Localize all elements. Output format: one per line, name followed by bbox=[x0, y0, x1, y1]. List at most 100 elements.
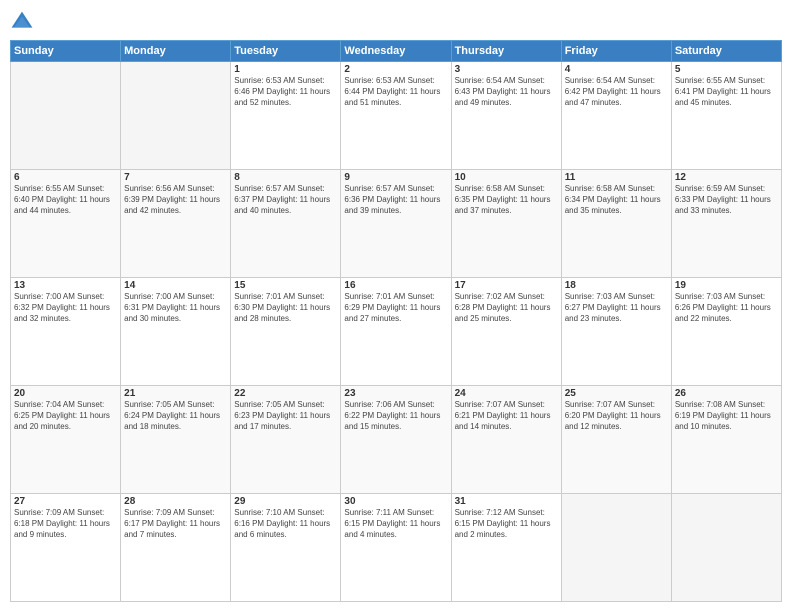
weekday-header-thursday: Thursday bbox=[451, 41, 561, 62]
weekday-header-friday: Friday bbox=[561, 41, 671, 62]
calendar-cell: 21Sunrise: 7:05 AM Sunset: 6:24 PM Dayli… bbox=[121, 386, 231, 494]
day-number: 17 bbox=[455, 280, 558, 291]
calendar-cell: 6Sunrise: 6:55 AM Sunset: 6:40 PM Daylig… bbox=[11, 170, 121, 278]
day-detail: Sunrise: 7:05 AM Sunset: 6:23 PM Dayligh… bbox=[234, 400, 337, 432]
calendar-cell: 27Sunrise: 7:09 AM Sunset: 6:18 PM Dayli… bbox=[11, 494, 121, 602]
day-detail: Sunrise: 7:00 AM Sunset: 6:32 PM Dayligh… bbox=[14, 292, 117, 324]
day-detail: Sunrise: 7:11 AM Sunset: 6:15 PM Dayligh… bbox=[344, 508, 447, 540]
calendar-cell: 5Sunrise: 6:55 AM Sunset: 6:41 PM Daylig… bbox=[671, 62, 781, 170]
calendar-cell: 3Sunrise: 6:54 AM Sunset: 6:43 PM Daylig… bbox=[451, 62, 561, 170]
day-number: 7 bbox=[124, 172, 227, 183]
logo bbox=[10, 10, 38, 34]
calendar-cell: 18Sunrise: 7:03 AM Sunset: 6:27 PM Dayli… bbox=[561, 278, 671, 386]
calendar-cell: 17Sunrise: 7:02 AM Sunset: 6:28 PM Dayli… bbox=[451, 278, 561, 386]
calendar-cell: 4Sunrise: 6:54 AM Sunset: 6:42 PM Daylig… bbox=[561, 62, 671, 170]
day-number: 3 bbox=[455, 64, 558, 75]
calendar-cell: 31Sunrise: 7:12 AM Sunset: 6:15 PM Dayli… bbox=[451, 494, 561, 602]
day-detail: Sunrise: 7:10 AM Sunset: 6:16 PM Dayligh… bbox=[234, 508, 337, 540]
weekday-header-sunday: Sunday bbox=[11, 41, 121, 62]
day-detail: Sunrise: 7:07 AM Sunset: 6:21 PM Dayligh… bbox=[455, 400, 558, 432]
calendar-table: SundayMondayTuesdayWednesdayThursdayFrid… bbox=[10, 40, 782, 602]
page: SundayMondayTuesdayWednesdayThursdayFrid… bbox=[0, 0, 792, 612]
calendar-week-3: 13Sunrise: 7:00 AM Sunset: 6:32 PM Dayli… bbox=[11, 278, 782, 386]
day-number: 29 bbox=[234, 496, 337, 507]
day-detail: Sunrise: 6:56 AM Sunset: 6:39 PM Dayligh… bbox=[124, 184, 227, 216]
day-detail: Sunrise: 7:03 AM Sunset: 6:26 PM Dayligh… bbox=[675, 292, 778, 324]
day-number: 21 bbox=[124, 388, 227, 399]
weekday-header-monday: Monday bbox=[121, 41, 231, 62]
day-number: 20 bbox=[14, 388, 117, 399]
calendar-cell: 2Sunrise: 6:53 AM Sunset: 6:44 PM Daylig… bbox=[341, 62, 451, 170]
day-number: 22 bbox=[234, 388, 337, 399]
calendar-cell: 15Sunrise: 7:01 AM Sunset: 6:30 PM Dayli… bbox=[231, 278, 341, 386]
calendar-cell bbox=[561, 494, 671, 602]
day-detail: Sunrise: 6:59 AM Sunset: 6:33 PM Dayligh… bbox=[675, 184, 778, 216]
weekday-header-wednesday: Wednesday bbox=[341, 41, 451, 62]
calendar-cell: 20Sunrise: 7:04 AM Sunset: 6:25 PM Dayli… bbox=[11, 386, 121, 494]
day-number: 11 bbox=[565, 172, 668, 183]
day-detail: Sunrise: 6:55 AM Sunset: 6:41 PM Dayligh… bbox=[675, 76, 778, 108]
day-detail: Sunrise: 6:54 AM Sunset: 6:43 PM Dayligh… bbox=[455, 76, 558, 108]
day-number: 25 bbox=[565, 388, 668, 399]
logo-icon bbox=[10, 10, 34, 34]
day-number: 24 bbox=[455, 388, 558, 399]
calendar-cell: 16Sunrise: 7:01 AM Sunset: 6:29 PM Dayli… bbox=[341, 278, 451, 386]
day-detail: Sunrise: 6:55 AM Sunset: 6:40 PM Dayligh… bbox=[14, 184, 117, 216]
calendar-cell: 13Sunrise: 7:00 AM Sunset: 6:32 PM Dayli… bbox=[11, 278, 121, 386]
day-detail: Sunrise: 7:08 AM Sunset: 6:19 PM Dayligh… bbox=[675, 400, 778, 432]
day-number: 18 bbox=[565, 280, 668, 291]
calendar-cell bbox=[11, 62, 121, 170]
day-detail: Sunrise: 7:09 AM Sunset: 6:18 PM Dayligh… bbox=[14, 508, 117, 540]
day-number: 13 bbox=[14, 280, 117, 291]
header bbox=[10, 10, 782, 34]
day-number: 31 bbox=[455, 496, 558, 507]
day-number: 27 bbox=[14, 496, 117, 507]
day-number: 28 bbox=[124, 496, 227, 507]
day-number: 6 bbox=[14, 172, 117, 183]
day-number: 1 bbox=[234, 64, 337, 75]
calendar-cell: 8Sunrise: 6:57 AM Sunset: 6:37 PM Daylig… bbox=[231, 170, 341, 278]
day-number: 16 bbox=[344, 280, 447, 291]
calendar-cell: 19Sunrise: 7:03 AM Sunset: 6:26 PM Dayli… bbox=[671, 278, 781, 386]
calendar-week-4: 20Sunrise: 7:04 AM Sunset: 6:25 PM Dayli… bbox=[11, 386, 782, 494]
day-number: 12 bbox=[675, 172, 778, 183]
weekday-header-saturday: Saturday bbox=[671, 41, 781, 62]
calendar-cell: 12Sunrise: 6:59 AM Sunset: 6:33 PM Dayli… bbox=[671, 170, 781, 278]
calendar-cell: 7Sunrise: 6:56 AM Sunset: 6:39 PM Daylig… bbox=[121, 170, 231, 278]
day-detail: Sunrise: 6:57 AM Sunset: 6:36 PM Dayligh… bbox=[344, 184, 447, 216]
calendar-week-5: 27Sunrise: 7:09 AM Sunset: 6:18 PM Dayli… bbox=[11, 494, 782, 602]
calendar-cell: 24Sunrise: 7:07 AM Sunset: 6:21 PM Dayli… bbox=[451, 386, 561, 494]
day-detail: Sunrise: 7:01 AM Sunset: 6:29 PM Dayligh… bbox=[344, 292, 447, 324]
calendar-cell: 29Sunrise: 7:10 AM Sunset: 6:16 PM Dayli… bbox=[231, 494, 341, 602]
day-number: 5 bbox=[675, 64, 778, 75]
day-detail: Sunrise: 7:06 AM Sunset: 6:22 PM Dayligh… bbox=[344, 400, 447, 432]
day-detail: Sunrise: 6:57 AM Sunset: 6:37 PM Dayligh… bbox=[234, 184, 337, 216]
day-number: 26 bbox=[675, 388, 778, 399]
day-number: 9 bbox=[344, 172, 447, 183]
calendar-cell: 14Sunrise: 7:00 AM Sunset: 6:31 PM Dayli… bbox=[121, 278, 231, 386]
day-detail: Sunrise: 6:54 AM Sunset: 6:42 PM Dayligh… bbox=[565, 76, 668, 108]
day-detail: Sunrise: 6:58 AM Sunset: 6:35 PM Dayligh… bbox=[455, 184, 558, 216]
day-number: 4 bbox=[565, 64, 668, 75]
calendar-cell bbox=[121, 62, 231, 170]
calendar-cell: 28Sunrise: 7:09 AM Sunset: 6:17 PM Dayli… bbox=[121, 494, 231, 602]
day-detail: Sunrise: 6:58 AM Sunset: 6:34 PM Dayligh… bbox=[565, 184, 668, 216]
calendar-cell: 1Sunrise: 6:53 AM Sunset: 6:46 PM Daylig… bbox=[231, 62, 341, 170]
day-number: 23 bbox=[344, 388, 447, 399]
day-number: 8 bbox=[234, 172, 337, 183]
day-detail: Sunrise: 7:09 AM Sunset: 6:17 PM Dayligh… bbox=[124, 508, 227, 540]
day-detail: Sunrise: 7:05 AM Sunset: 6:24 PM Dayligh… bbox=[124, 400, 227, 432]
day-detail: Sunrise: 7:02 AM Sunset: 6:28 PM Dayligh… bbox=[455, 292, 558, 324]
calendar-cell: 10Sunrise: 6:58 AM Sunset: 6:35 PM Dayli… bbox=[451, 170, 561, 278]
day-detail: Sunrise: 7:03 AM Sunset: 6:27 PM Dayligh… bbox=[565, 292, 668, 324]
day-detail: Sunrise: 7:00 AM Sunset: 6:31 PM Dayligh… bbox=[124, 292, 227, 324]
day-detail: Sunrise: 7:12 AM Sunset: 6:15 PM Dayligh… bbox=[455, 508, 558, 540]
calendar-week-1: 1Sunrise: 6:53 AM Sunset: 6:46 PM Daylig… bbox=[11, 62, 782, 170]
day-detail: Sunrise: 6:53 AM Sunset: 6:46 PM Dayligh… bbox=[234, 76, 337, 108]
calendar-cell: 25Sunrise: 7:07 AM Sunset: 6:20 PM Dayli… bbox=[561, 386, 671, 494]
calendar-cell: 11Sunrise: 6:58 AM Sunset: 6:34 PM Dayli… bbox=[561, 170, 671, 278]
day-detail: Sunrise: 7:07 AM Sunset: 6:20 PM Dayligh… bbox=[565, 400, 668, 432]
calendar-cell: 30Sunrise: 7:11 AM Sunset: 6:15 PM Dayli… bbox=[341, 494, 451, 602]
calendar-week-2: 6Sunrise: 6:55 AM Sunset: 6:40 PM Daylig… bbox=[11, 170, 782, 278]
calendar-cell: 22Sunrise: 7:05 AM Sunset: 6:23 PM Dayli… bbox=[231, 386, 341, 494]
